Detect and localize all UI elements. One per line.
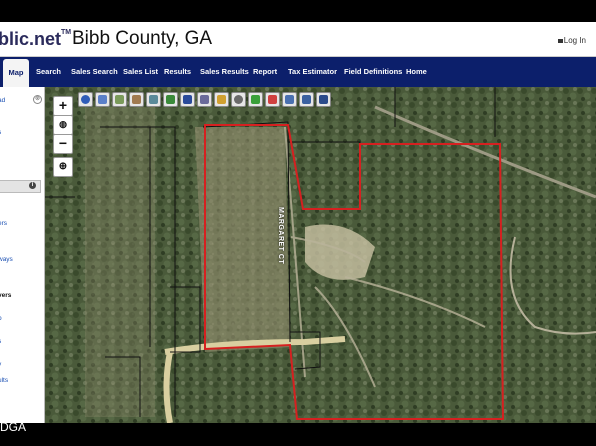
sidebar-link[interactable]: s [0, 129, 1, 136]
measure-icon[interactable] [146, 92, 161, 107]
layers-icon[interactable] [180, 92, 195, 107]
county-title: Bibb County, GA [72, 28, 213, 49]
tab-sales-results[interactable]: Sales Results [200, 57, 249, 87]
login-link[interactable]: Log In [557, 36, 586, 45]
tab-results[interactable]: Results [164, 57, 191, 87]
info-icon[interactable]: i [29, 182, 36, 189]
brand-name: blic.net [0, 29, 62, 49]
login-label: Log In [563, 36, 586, 45]
search-icon[interactable] [231, 92, 246, 107]
main-nav: Map Search Sales Search Sales List Resul… [0, 57, 596, 87]
map-toolbar [78, 92, 331, 108]
close-icon[interactable]: ⊗ [33, 95, 42, 104]
tab-map[interactable]: Map [3, 59, 29, 87]
top-black-bar [0, 0, 596, 22]
aerial-map[interactable]: + ◍ − ⊕ MARGARET CT [45, 87, 596, 423]
tab-field-definitions[interactable]: Field Definitions [344, 57, 402, 87]
bottom-black-bar [0, 423, 596, 446]
sidebar-link[interactable]: p [0, 315, 2, 322]
identify-icon[interactable] [95, 92, 110, 107]
crosshair-icon[interactable]: ⊕ [53, 157, 73, 177]
tab-sales-search[interactable]: Sales Search [71, 57, 118, 87]
save-icon[interactable] [316, 92, 331, 107]
print-icon[interactable] [197, 92, 212, 107]
aerial-imagery [45, 87, 596, 423]
pencil-icon[interactable] [248, 92, 263, 107]
zoom-out-button[interactable]: − [53, 134, 73, 154]
trademark: TM [61, 29, 72, 36]
select-icon[interactable] [265, 92, 280, 107]
zoom-in-button[interactable]: + [53, 96, 73, 116]
left-panel: ad ⊗ s i ers ways vers p s v ults [0, 87, 45, 423]
sidebar-link[interactable]: ways [0, 256, 13, 263]
user-icon [557, 39, 563, 43]
sketch-icon[interactable] [214, 92, 229, 107]
buffer-icon[interactable] [282, 92, 297, 107]
zoom-box-icon[interactable] [112, 92, 127, 107]
sidebar-link[interactable]: ad [0, 97, 5, 104]
pan-icon[interactable] [129, 92, 144, 107]
watermark: DGA [0, 420, 27, 434]
sidebar-section: vers [0, 292, 12, 299]
info-icon[interactable] [78, 92, 93, 107]
street-label: MARGARET CT [277, 207, 284, 265]
tab-home[interactable]: Home [406, 57, 427, 87]
sidebar-link[interactable]: ults [0, 377, 8, 384]
tab-sales-list[interactable]: Sales List [123, 57, 158, 87]
globe-icon[interactable]: ◍ [53, 115, 73, 135]
sidebar-link[interactable]: ers [0, 220, 7, 227]
site-header: blic.netTM Bibb County, GA Log In [0, 22, 596, 57]
draw-icon[interactable] [163, 92, 178, 107]
site-logo[interactable]: blic.netTM [0, 29, 71, 50]
tab-tax-estimator[interactable]: Tax Estimator [288, 57, 337, 87]
sidebar-link[interactable]: v [0, 361, 1, 368]
tab-report[interactable]: Report [253, 57, 277, 87]
sidebar-link[interactable]: s [0, 338, 1, 345]
tab-search[interactable]: Search [36, 57, 61, 87]
refresh-icon[interactable] [299, 92, 314, 107]
